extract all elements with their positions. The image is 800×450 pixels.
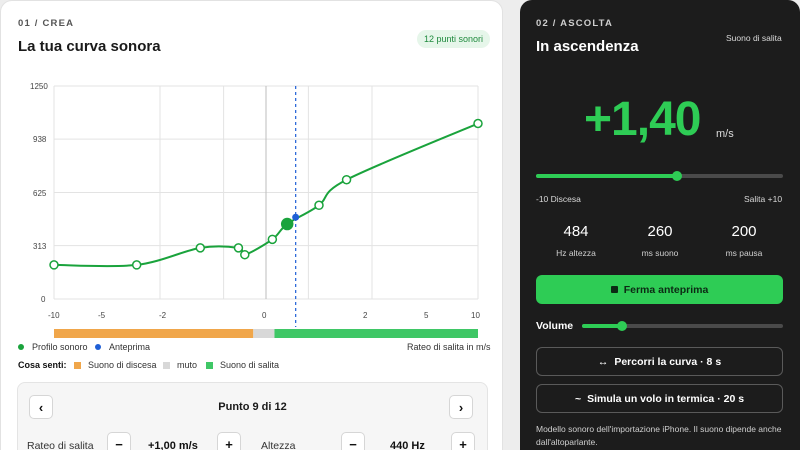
height-decrease-button[interactable]: − — [341, 432, 365, 450]
next-point-button[interactable]: › — [449, 395, 473, 419]
curve-point[interactable] — [195, 243, 206, 253]
x-tick-label: 5 — [424, 311, 429, 320]
curve-point[interactable] — [49, 260, 59, 270]
axis-note: Rateo di salita in m/s — [407, 342, 491, 352]
selected-curve-point[interactable] — [280, 217, 294, 231]
curve-point[interactable] — [267, 234, 278, 245]
sound-band — [274, 329, 478, 338]
volume-slider-fill — [582, 324, 623, 328]
y-tick-label: 625 — [33, 189, 47, 198]
page-title: La tua curva sonora — [18, 38, 161, 55]
create-kicker: 01 / CREA — [18, 18, 75, 29]
stat-pitch-label: Hz altezza — [556, 248, 596, 258]
hear-descent-label: Suono di discesa — [88, 360, 157, 370]
rate-increase-button[interactable]: + — [217, 432, 241, 450]
wave-icon: ~ — [574, 392, 582, 405]
sound-curve-chart[interactable] — [49, 80, 490, 340]
stat-pause-value: 200 — [731, 223, 757, 240]
simulate-thermal-label: Simula un volo in termica · 20 s — [587, 392, 745, 405]
height-label: Altezza — [261, 440, 296, 450]
stat-pitch-value: 484 — [563, 223, 589, 240]
y-tick-label: 313 — [33, 242, 47, 251]
y-tick-label: 0 — [41, 295, 46, 304]
hear-climb-label: Suono di salita — [220, 360, 280, 370]
climb-rate-value: +1,40 — [584, 93, 701, 146]
state-subtitle: Suono di salita — [726, 33, 782, 43]
point-title: Punto 9 di 12 — [218, 401, 287, 413]
curve-point[interactable] — [131, 260, 142, 270]
swap-arrows-icon: ↔ — [597, 355, 609, 368]
x-tick-label: -10 — [48, 311, 60, 320]
sound-band — [54, 329, 254, 338]
sound-band — [253, 329, 275, 338]
curve-point[interactable] — [473, 118, 483, 129]
y-tick-label: 938 — [33, 135, 47, 144]
state-title: In ascendenza — [536, 38, 639, 55]
hear-climb: Suono di salita — [206, 360, 279, 370]
x-tick-label: -2 — [159, 311, 167, 320]
stop-preview-button[interactable]: Ferma anteprima — [536, 275, 783, 304]
curve-point[interactable] — [233, 243, 244, 253]
descent-swatch-icon — [74, 361, 81, 369]
legend-preview: Anteprima — [95, 342, 150, 352]
rate-slider-fill — [536, 174, 677, 178]
climb-rate-unit: m/s — [716, 128, 734, 140]
slider-min-label: -10 Discesa — [536, 194, 581, 204]
mute-swatch-icon — [163, 361, 170, 369]
rate-slider-handle[interactable] — [671, 171, 682, 181]
stat-sound-value: 260 — [647, 223, 673, 240]
prev-point-button[interactable]: ‹ — [29, 395, 53, 419]
x-tick-label: 2 — [363, 311, 368, 320]
hear-descent: Suono di discesa — [74, 360, 157, 370]
height-increase-button[interactable]: + — [451, 432, 475, 450]
volume-label: Volume — [536, 320, 574, 332]
x-tick-label: 0 — [262, 311, 267, 320]
stop-icon — [610, 286, 618, 293]
sweep-curve-label: Percorri la curva · 8 s — [614, 355, 722, 368]
slider-max-label: Salita +10 — [744, 194, 783, 204]
stat-pause-label: ms pausa — [725, 248, 763, 258]
legend-profile-label: Profilo sonoro — [32, 342, 88, 352]
rate-label: Rateo di salita — [27, 440, 94, 450]
hear-mute: muto — [163, 360, 197, 370]
rate-decrease-button[interactable]: − — [107, 432, 131, 450]
x-tick-label: -5 — [98, 311, 106, 320]
curve-point[interactable] — [341, 174, 352, 185]
y-tick-label: 1250 — [30, 82, 48, 91]
rate-value: +1,00 m/s — [148, 440, 198, 450]
sound-model-note: Modello sonoro dell'importazione iPhone.… — [536, 424, 782, 447]
preview-dot-icon — [95, 344, 101, 350]
profile-dot-icon — [18, 344, 24, 350]
legend-preview-label: Anteprima — [109, 342, 151, 352]
stop-preview-label: Ferma anteprima — [623, 283, 709, 296]
curve-point[interactable] — [240, 249, 250, 260]
hear-mute-label: muto — [177, 360, 198, 370]
listen-kicker: 02 / ASCOLTA — [536, 18, 614, 29]
x-tick-label: 10 — [471, 311, 480, 320]
simulate-thermal-button[interactable]: ~ Simula un volo in termica · 20 s — [536, 384, 783, 413]
climb-swatch-icon — [206, 361, 213, 369]
curve-point[interactable] — [314, 200, 324, 211]
height-value: 440 Hz — [390, 440, 425, 450]
legend-profile: Profilo sonoro — [18, 342, 88, 352]
sweep-curve-button[interactable]: ↔ Percorri la curva · 8 s — [536, 347, 783, 376]
stat-sound-label: ms suono — [641, 248, 679, 258]
preview-point — [292, 213, 300, 221]
hear-label: Cosa senti: — [18, 360, 67, 370]
points-badge: 12 punti sonori — [417, 30, 491, 48]
